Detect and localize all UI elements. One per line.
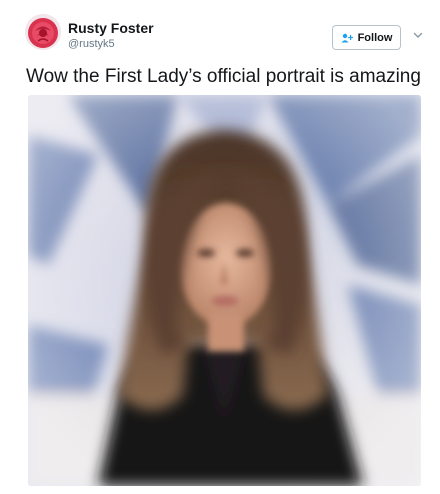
portrait-image [28, 95, 421, 486]
author-name[interactable]: Rusty Foster [68, 20, 154, 36]
follow-button[interactable]: Follow [332, 25, 401, 50]
author-handle[interactable]: @rustyk5 [68, 38, 115, 51]
follow-label: Follow [357, 31, 393, 44]
tweet-header: Rusty Foster @rustyk5 Follow [25, 14, 425, 58]
tweet-text: Wow the First Lady’s official portrait i… [26, 66, 421, 87]
avatar[interactable] [25, 14, 61, 50]
add-person-icon [341, 33, 353, 42]
rose-icon [25, 14, 61, 50]
chevron-down-icon[interactable] [413, 30, 423, 40]
tweet-card: Rusty Foster @rustyk5 Follow Wow the Fir… [0, 0, 440, 494]
tweet-photo[interactable] [28, 95, 421, 486]
